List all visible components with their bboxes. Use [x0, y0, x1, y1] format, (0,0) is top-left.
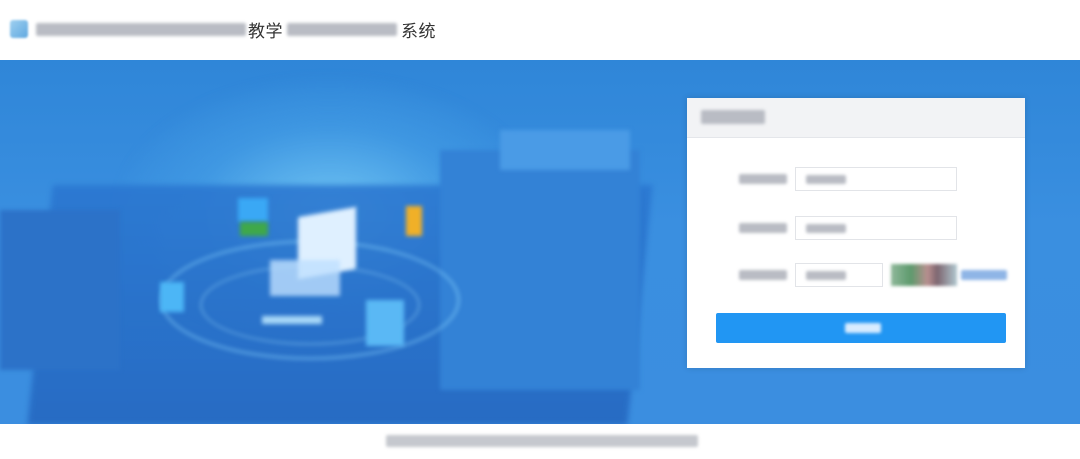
username-label — [739, 174, 787, 184]
login-button-label — [845, 323, 881, 333]
login-panel-header — [687, 98, 1025, 138]
page-footer — [384, 434, 700, 448]
server-block-left — [0, 210, 120, 370]
title-blurred-text — [36, 22, 246, 36]
system-title: 教学 系统 — [34, 18, 436, 42]
password-row — [737, 216, 957, 240]
captcha-placeholder — [806, 271, 846, 280]
login-button[interactable] — [716, 313, 1006, 343]
cube-icon — [366, 300, 404, 346]
title-text-2: 系统 — [401, 21, 436, 42]
username-input[interactable] — [795, 167, 957, 191]
password-input[interactable] — [795, 216, 957, 240]
battery-icon — [406, 206, 422, 236]
username-row — [737, 167, 957, 191]
cube-icon — [238, 198, 268, 222]
login-panel-title — [701, 110, 765, 124]
captcha-input[interactable] — [795, 263, 883, 287]
captcha-row — [737, 263, 883, 287]
server-block-right — [440, 150, 640, 390]
server-block-far — [500, 130, 630, 170]
cube-icon — [160, 282, 184, 312]
captcha-label — [739, 270, 787, 280]
page-header: 教学 系统 — [0, 0, 1080, 60]
school-logo-icon — [10, 20, 28, 38]
chart-icon — [270, 260, 340, 296]
login-panel — [687, 98, 1025, 368]
title-text-1: 教学 — [248, 21, 283, 42]
password-label — [739, 223, 787, 233]
footer-copyright — [386, 435, 698, 447]
hero-banner — [0, 60, 1080, 424]
username-placeholder — [806, 175, 846, 184]
refresh-captcha-link[interactable] — [961, 270, 1007, 280]
cube-icon — [240, 222, 268, 236]
bar-icon — [262, 316, 322, 324]
captcha-image[interactable] — [891, 264, 957, 286]
title-blurred-text — [287, 22, 397, 36]
password-placeholder — [806, 224, 846, 233]
